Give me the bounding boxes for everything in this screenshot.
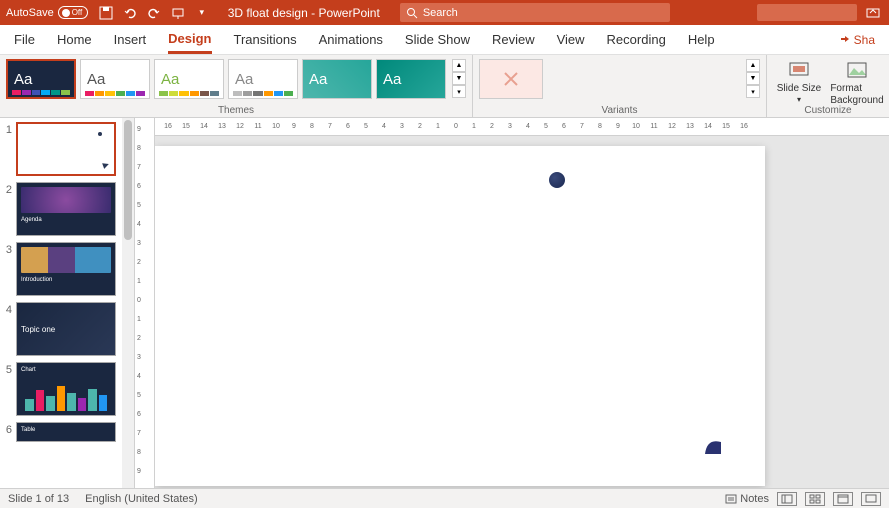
slide-position[interactable]: Slide 1 of 13 bbox=[8, 493, 69, 505]
close-icon bbox=[501, 69, 521, 89]
chevron-down-icon: ▾ bbox=[797, 95, 801, 105]
variant-thumb-1[interactable] bbox=[479, 59, 543, 99]
save-icon[interactable] bbox=[98, 5, 114, 21]
slide-thumb-row: 6 Table bbox=[2, 422, 132, 442]
variants-scroll-down[interactable]: ▼ bbox=[746, 72, 760, 85]
slide-thumb-4[interactable]: Topic one bbox=[16, 302, 116, 356]
slide-thumb-3[interactable]: Introduction bbox=[16, 242, 116, 296]
theme-thumb-5[interactable]: Aa bbox=[302, 59, 372, 99]
status-bar: Slide 1 of 13 English (United States) No… bbox=[0, 488, 889, 508]
slide-canvas[interactable] bbox=[155, 146, 765, 486]
customize-group-label: Customize bbox=[767, 105, 889, 116]
tab-insert[interactable]: Insert bbox=[114, 27, 147, 52]
ribbon-tabs: File Home Insert Design Transitions Anim… bbox=[0, 25, 889, 55]
notes-icon bbox=[725, 494, 737, 504]
autosave-switch[interactable]: Off bbox=[58, 6, 88, 19]
theme-thumb-1[interactable]: Aa bbox=[6, 59, 76, 99]
undo-icon[interactable] bbox=[122, 5, 138, 21]
editor-area: 1615141312111098765432101234567891011121… bbox=[155, 118, 889, 488]
format-background-icon bbox=[846, 59, 868, 81]
language-status[interactable]: English (United States) bbox=[85, 493, 198, 505]
theme-thumb-6[interactable]: Aa bbox=[376, 59, 446, 99]
slide-thumb-row: 5 Chart bbox=[2, 362, 132, 416]
themes-scroll: ▲ ▼ ▾ bbox=[452, 59, 466, 98]
tab-view[interactable]: View bbox=[557, 27, 585, 52]
share-button[interactable]: Sha bbox=[839, 33, 875, 47]
canvas-area[interactable] bbox=[155, 136, 889, 488]
variants-scroll-up[interactable]: ▲ bbox=[746, 59, 760, 72]
sphere-shape[interactable] bbox=[549, 172, 565, 188]
theme-thumb-3[interactable]: Aa bbox=[154, 59, 224, 99]
variants-group-label: Variants bbox=[473, 105, 766, 116]
redo-icon[interactable] bbox=[146, 5, 162, 21]
tab-review[interactable]: Review bbox=[492, 27, 535, 52]
slide-thumb-row: 1 bbox=[2, 122, 132, 176]
theme-thumb-2[interactable]: Aa bbox=[80, 59, 150, 99]
thumbnails-scrollbar[interactable] bbox=[122, 118, 134, 488]
wedge-shape[interactable] bbox=[701, 432, 725, 456]
tab-animations[interactable]: Animations bbox=[319, 27, 383, 52]
tab-slideshow[interactable]: Slide Show bbox=[405, 27, 470, 52]
ribbon-options-icon[interactable] bbox=[863, 5, 883, 21]
user-account[interactable] bbox=[757, 4, 857, 21]
normal-view-button[interactable] bbox=[777, 492, 797, 506]
title-bar: AutoSave Off ▾ 3D float design - PowerPo… bbox=[0, 0, 889, 25]
slide-thumb-row: 4 Topic one bbox=[2, 302, 132, 356]
slide-thumb-row: 3 Introduction bbox=[2, 242, 132, 296]
tab-recording[interactable]: Recording bbox=[607, 27, 666, 52]
search-input[interactable]: Search bbox=[400, 3, 670, 22]
slide-thumbnails-panel: 1 2 Agenda 3 Introduction 4 Topic one 5 … bbox=[0, 118, 135, 488]
reading-view-button[interactable] bbox=[833, 492, 853, 506]
themes-group-label: Themes bbox=[0, 105, 472, 116]
workspace: 1 2 Agenda 3 Introduction 4 Topic one 5 … bbox=[0, 118, 889, 488]
slide-thumb-1[interactable] bbox=[16, 122, 116, 176]
slide-thumb-2[interactable]: Agenda bbox=[16, 182, 116, 236]
vertical-ruler: 9876543210123456789 bbox=[135, 118, 155, 488]
variants-group: ▲ ▼ ▾ Variants bbox=[473, 55, 767, 117]
tab-design[interactable]: Design bbox=[168, 26, 211, 54]
themes-scroll-down[interactable]: ▼ bbox=[452, 72, 466, 85]
notes-button[interactable]: Notes bbox=[725, 493, 769, 505]
autosave-label: AutoSave bbox=[6, 7, 54, 19]
slide-size-icon bbox=[788, 59, 810, 81]
tab-transitions[interactable]: Transitions bbox=[234, 27, 297, 52]
presentation-icon[interactable] bbox=[170, 5, 186, 21]
themes-scroll-up[interactable]: ▲ bbox=[452, 59, 466, 72]
tab-file[interactable]: File bbox=[14, 27, 35, 52]
share-icon bbox=[839, 34, 851, 46]
theme-thumb-4[interactable]: Aa bbox=[228, 59, 298, 99]
tab-home[interactable]: Home bbox=[57, 27, 92, 52]
quick-access-toolbar: ▾ bbox=[98, 5, 210, 21]
document-title: 3D float design - PowerPoint bbox=[228, 6, 380, 20]
horizontal-ruler: 1615141312111098765432101234567891011121… bbox=[155, 118, 889, 136]
variants-scroll: ▲ ▼ ▾ bbox=[746, 59, 760, 98]
sorter-view-button[interactable] bbox=[805, 492, 825, 506]
ribbon-design: Aa Aa Aa Aa Aa Aa ▲ ▼ ▾ Themes ▲ ▼ ▾ Var… bbox=[0, 55, 889, 118]
slide-thumb-row: 2 Agenda bbox=[2, 182, 132, 236]
slideshow-view-button[interactable] bbox=[861, 492, 881, 506]
customize-group: Slide Size ▾ Format Background Customize bbox=[767, 55, 889, 117]
slide-thumb-6[interactable]: Table bbox=[16, 422, 116, 442]
slide-thumb-5[interactable]: Chart bbox=[16, 362, 116, 416]
themes-group: Aa Aa Aa Aa Aa Aa ▲ ▼ ▾ Themes bbox=[0, 55, 473, 117]
variants-expand[interactable]: ▾ bbox=[746, 85, 760, 98]
titlebar-right bbox=[757, 4, 883, 21]
autosave-toggle[interactable]: AutoSave Off bbox=[6, 6, 88, 19]
tab-help[interactable]: Help bbox=[688, 27, 715, 52]
search-icon bbox=[406, 7, 418, 19]
qa-dropdown-icon[interactable]: ▾ bbox=[194, 5, 210, 21]
themes-expand[interactable]: ▾ bbox=[452, 85, 466, 98]
